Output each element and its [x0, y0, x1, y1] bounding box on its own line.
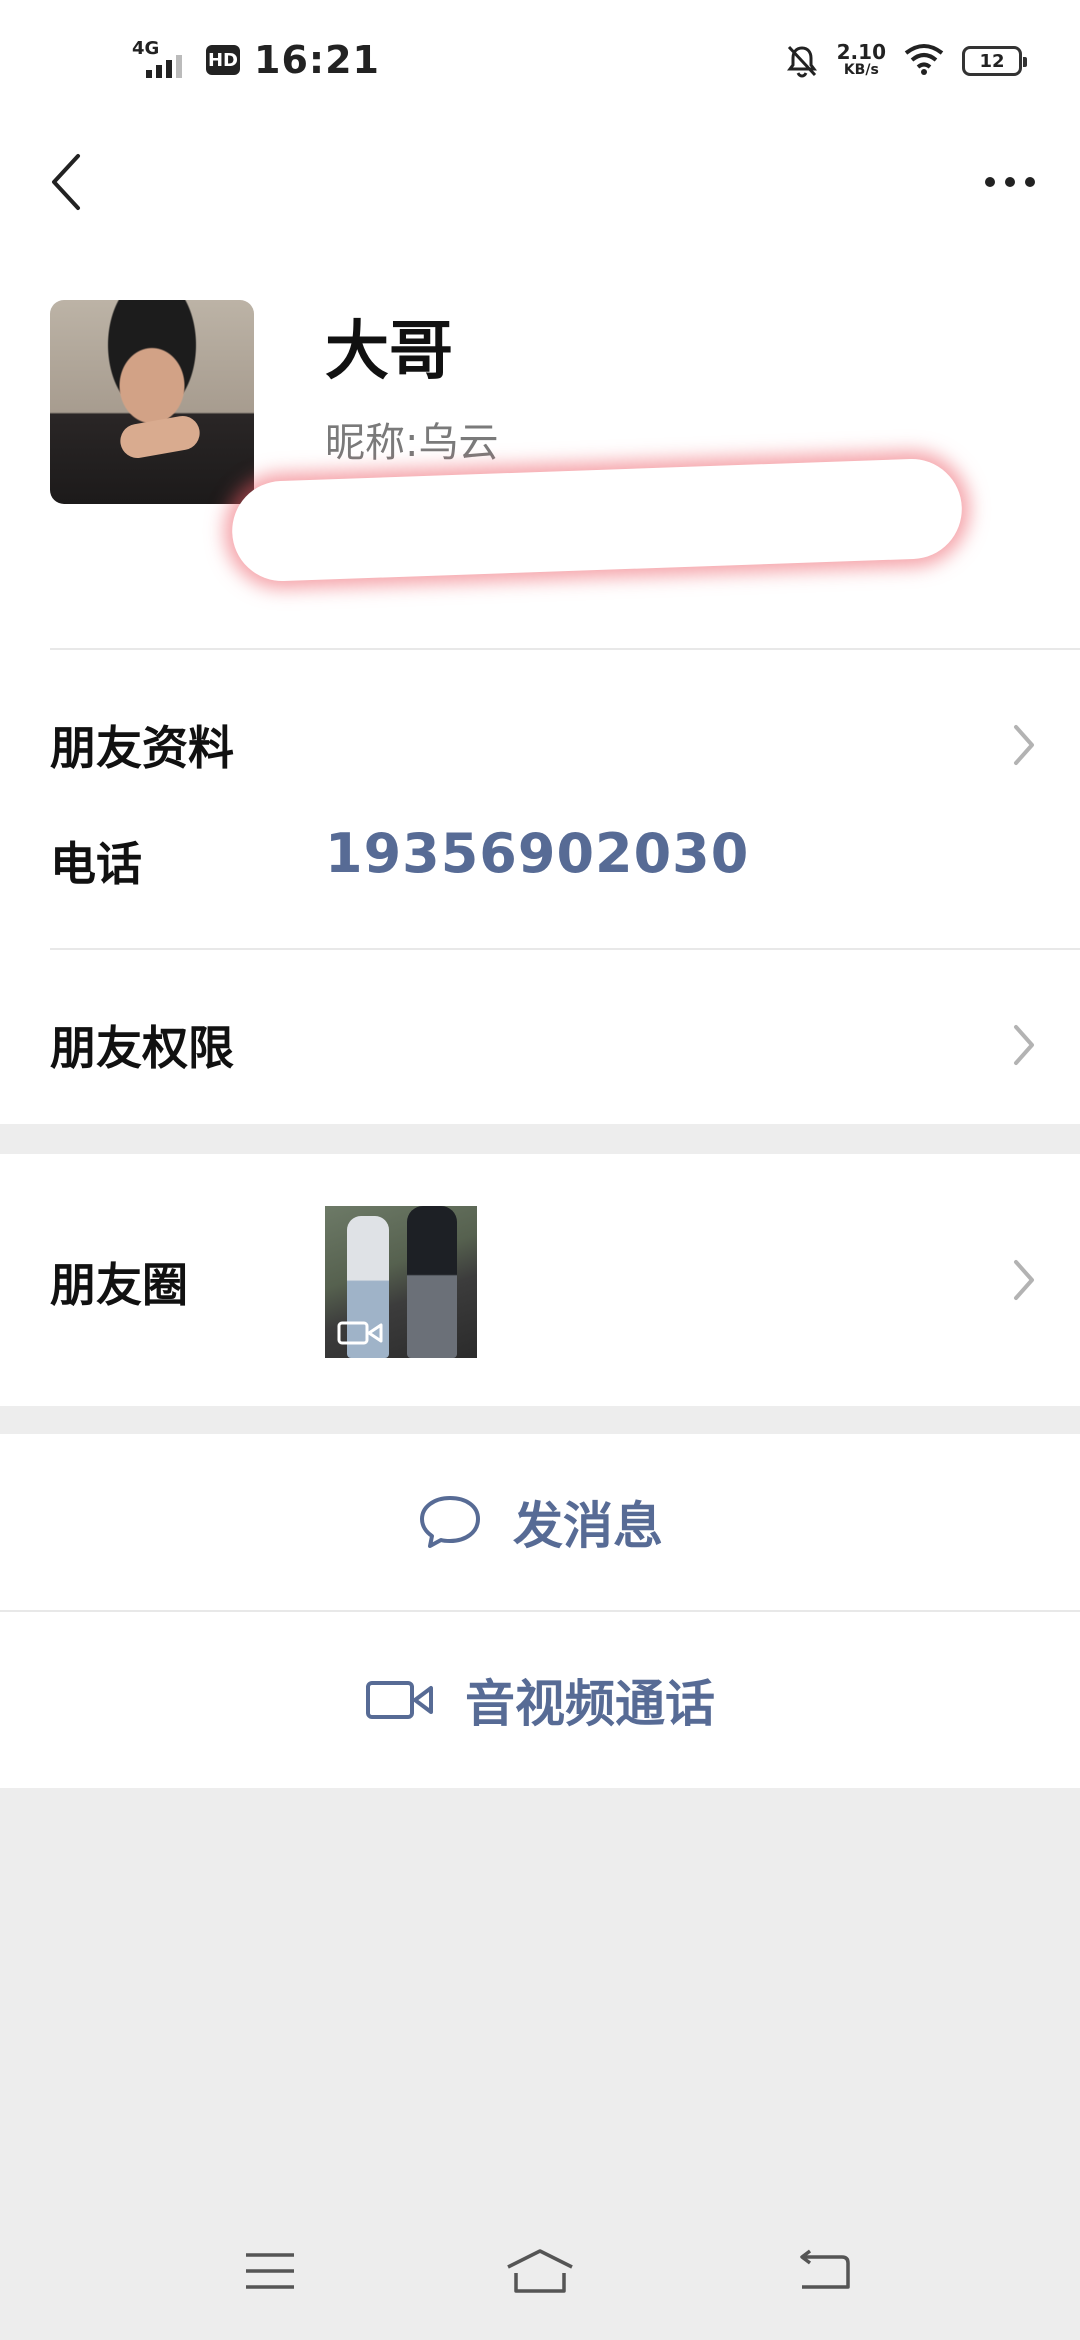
video-camera-icon — [366, 1681, 433, 1719]
divider — [50, 948, 1080, 950]
video-icon — [337, 1321, 383, 1345]
back-nav-button[interactable] — [782, 2236, 862, 2306]
avatar[interactable] — [50, 300, 254, 504]
return-icon — [800, 2249, 850, 2289]
battery-level: 12 — [979, 50, 1005, 72]
more-button[interactable] — [970, 142, 1050, 222]
send-message-label: 发消息 — [513, 1497, 663, 1555]
nickname-label: 昵称: — [325, 420, 419, 466]
redaction-mark — [230, 457, 964, 583]
menu-icon — [246, 2253, 294, 2289]
actions-section: 发消息 音视频通话 — [0, 1434, 1080, 1788]
wifi-icon — [904, 43, 944, 79]
video-call-label: 音视频通话 — [465, 1675, 715, 1733]
system-nav-bar — [0, 2200, 1080, 2340]
friend-permissions-label: 朋友权限 — [50, 1021, 234, 1075]
hd-icon: HD — [206, 45, 240, 75]
chevron-right-icon — [1004, 1250, 1044, 1310]
moments-row[interactable]: 朋友圈 — [0, 1154, 1080, 1406]
chat-bubble-icon — [420, 1496, 480, 1548]
info-section: 朋友资料 电话 19356902030 朋友权限 — [0, 650, 1080, 1124]
status-bar: 4G HD 16:21 2.10 KB/s 12 — [0, 0, 1080, 120]
chevron-right-icon — [1004, 715, 1044, 775]
nickname-value: 乌云 — [418, 420, 499, 466]
friend-info-row[interactable]: 朋友资料 — [0, 690, 1080, 800]
battery-icon: 12 — [962, 46, 1027, 76]
phone-label: 电话 — [50, 837, 142, 891]
menu-button[interactable] — [230, 2236, 310, 2306]
nickname: 昵称:乌云 — [325, 410, 498, 468]
contact-name: 大哥 — [325, 315, 453, 389]
home-button[interactable] — [500, 2236, 580, 2306]
status-left: 4G HD 16:21 — [132, 34, 380, 86]
friend-info-label: 朋友资料 — [50, 721, 234, 775]
friend-permissions-row[interactable]: 朋友权限 — [0, 990, 1080, 1100]
top-nav — [0, 120, 1080, 250]
bell-muted-icon — [785, 43, 819, 79]
more-dots-icon — [985, 177, 995, 187]
status-right: 2.10 KB/s 12 — [785, 36, 1027, 86]
moments-label: 朋友圈 — [50, 1258, 188, 1312]
chevron-left-icon — [52, 154, 80, 210]
cellular-signal-icon: 4G — [132, 38, 192, 82]
chevron-right-icon — [1004, 1015, 1044, 1075]
video-call-button[interactable]: 音视频通话 — [0, 1612, 1080, 1788]
moments-thumbnail — [325, 1206, 477, 1358]
status-time: 16:21 — [254, 38, 380, 82]
home-icon — [507, 2249, 573, 2293]
network-speed: 2.10 KB/s — [836, 40, 886, 78]
profile-header: 大哥 昵称:乌云 — [0, 250, 1080, 650]
phone-number[interactable]: 19356902030 — [325, 822, 749, 885]
phone-row: 电话 19356902030 — [0, 810, 1080, 910]
send-message-button[interactable]: 发消息 — [0, 1434, 1080, 1610]
back-button[interactable] — [36, 142, 96, 222]
